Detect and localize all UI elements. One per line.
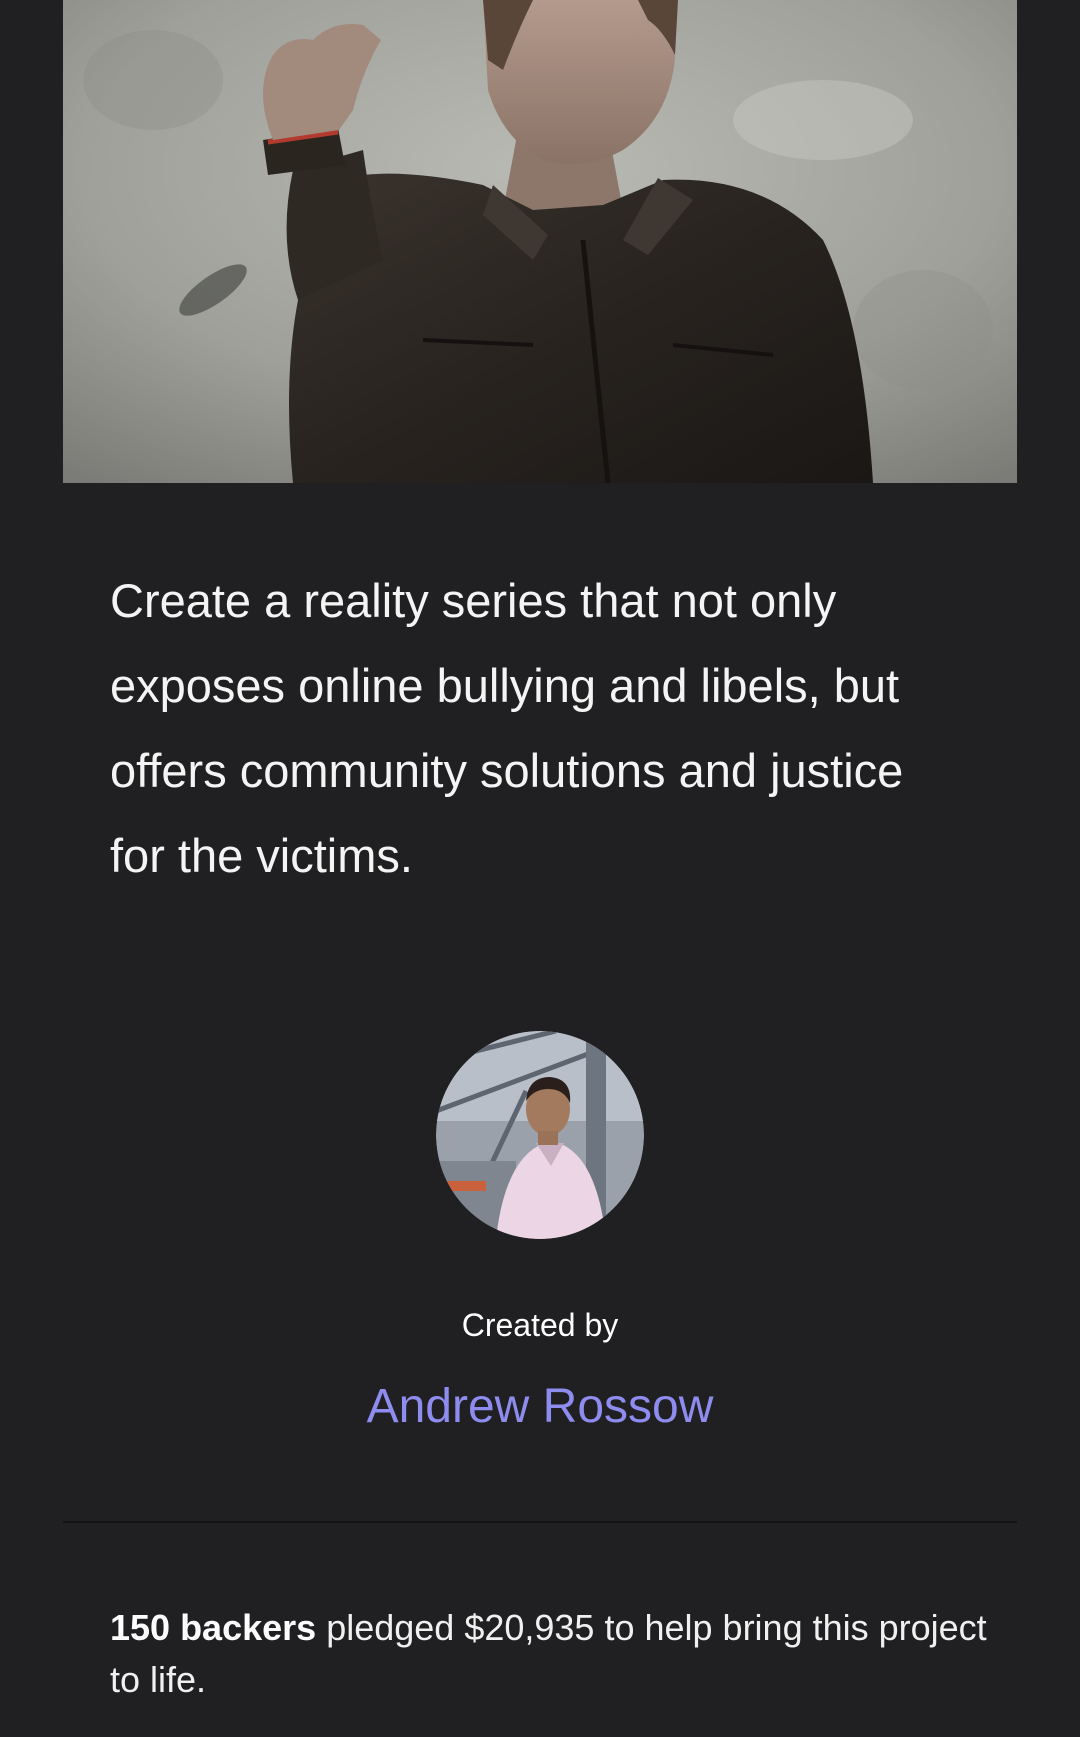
creator-avatar[interactable] [436,1031,644,1239]
created-by-label: Created by [461,1307,619,1343]
project-hero-image[interactable] [63,0,1017,483]
creator-name-link[interactable]: Andrew Rossow [0,1376,1080,1438]
backers-count: 150 backers [110,1607,317,1648]
section-divider [63,1521,1017,1523]
project-blurb: Create a reality series that not only ex… [110,574,904,882]
funding-summary: 150 backers pledged $20,935 to help brin… [110,1602,990,1706]
